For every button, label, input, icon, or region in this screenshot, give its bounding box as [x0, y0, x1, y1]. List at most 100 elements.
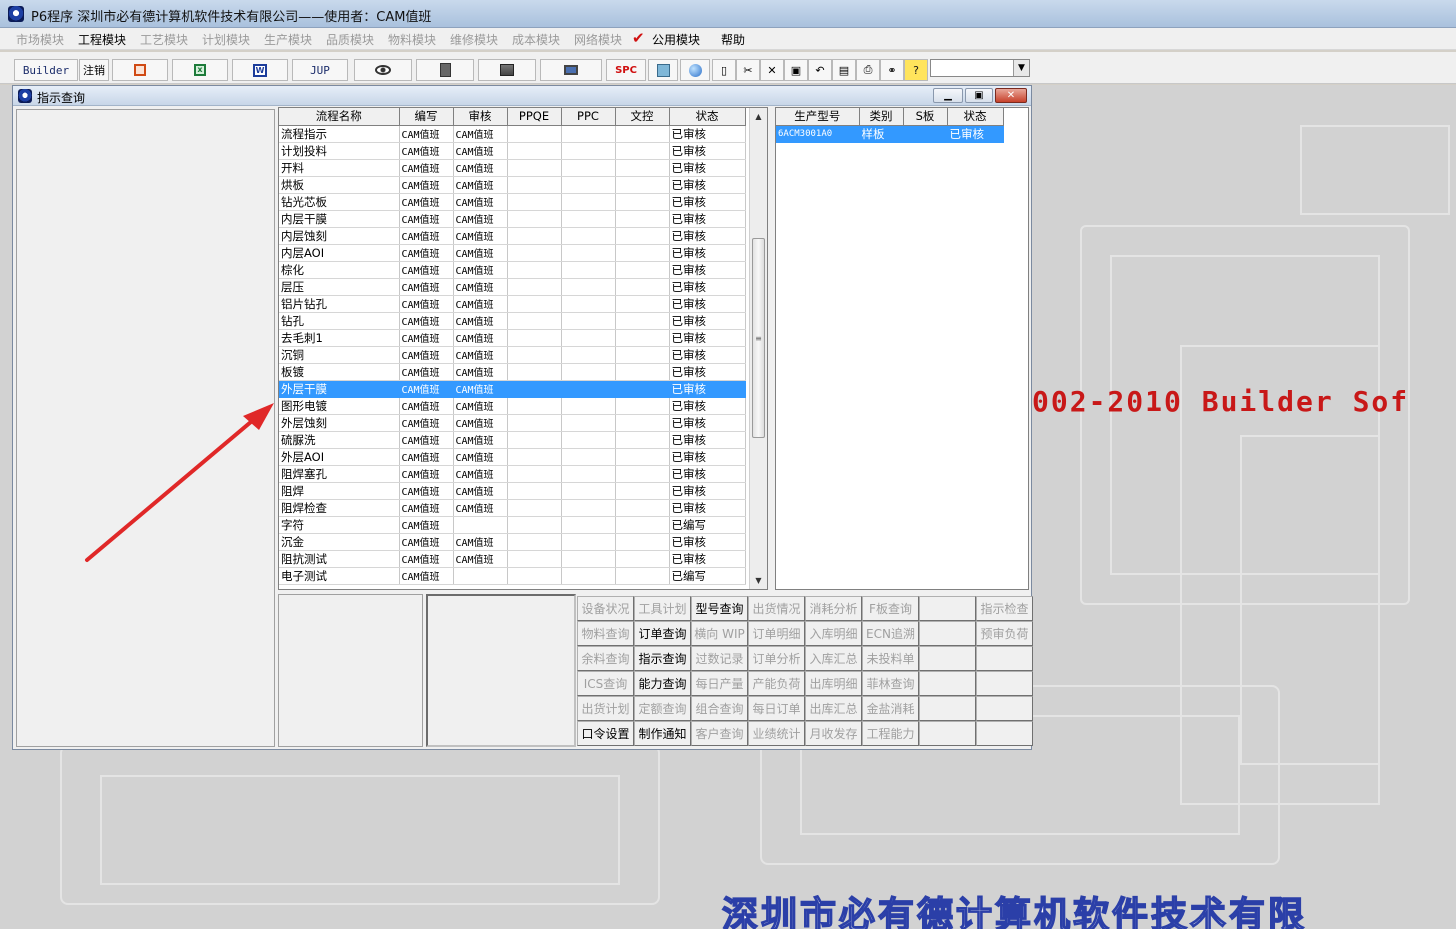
- table-cell[interactable]: 已审核: [669, 227, 746, 245]
- table-cell[interactable]: [507, 193, 562, 211]
- table-cell[interactable]: [561, 261, 616, 279]
- excel-icon[interactable]: x: [172, 59, 228, 81]
- scroll-up-icon[interactable]: ▲: [750, 108, 767, 125]
- table-cell[interactable]: 外层蚀刻: [279, 414, 400, 432]
- table-cell[interactable]: 已审核: [669, 295, 746, 313]
- table-row[interactable]: 去毛刺1 CAM值班 CAM值班 已审核: [279, 329, 746, 347]
- table-cell[interactable]: [561, 244, 616, 262]
- table-cell[interactable]: [903, 125, 948, 143]
- table-row[interactable]: 内层AOI CAM值班 CAM值班 已审核: [279, 244, 746, 262]
- table-cell[interactable]: [615, 329, 670, 347]
- table-cell[interactable]: [561, 482, 616, 500]
- table-cell[interactable]: 已审核: [669, 261, 746, 279]
- table-cell[interactable]: [561, 295, 616, 313]
- query-button[interactable]: 口令设置: [577, 721, 634, 746]
- table-cell[interactable]: [561, 329, 616, 347]
- table-cell[interactable]: CAM值班: [399, 533, 454, 551]
- table-cell[interactable]: [561, 176, 616, 194]
- cut-icon[interactable]: ✂: [736, 59, 760, 81]
- calendar-icon[interactable]: [648, 59, 678, 81]
- table-cell[interactable]: [615, 227, 670, 245]
- menu-common[interactable]: 公用模块: [652, 31, 700, 48]
- table-cell[interactable]: 图形电镀: [279, 397, 400, 415]
- table-cell[interactable]: [507, 533, 562, 551]
- table-cell[interactable]: [615, 312, 670, 330]
- table-cell[interactable]: [561, 448, 616, 466]
- table-cell[interactable]: 外层干膜: [279, 380, 400, 398]
- table-row[interactable]: 开料 CAM值班 CAM值班 已审核: [279, 159, 746, 177]
- table-cell[interactable]: [507, 176, 562, 194]
- query-button[interactable]: [919, 621, 976, 646]
- table-cell[interactable]: [561, 159, 616, 177]
- table-cell[interactable]: [507, 346, 562, 364]
- query-button[interactable]: [919, 721, 976, 746]
- table-cell[interactable]: 已审核: [669, 499, 746, 517]
- table-cell[interactable]: [507, 414, 562, 432]
- table-cell[interactable]: CAM值班: [399, 499, 454, 517]
- query-button[interactable]: [919, 696, 976, 721]
- query-button[interactable]: 出货计划: [577, 696, 634, 721]
- table-cell[interactable]: CAM值班: [399, 261, 454, 279]
- table-row[interactable]: 阻抗测试 CAM值班 CAM值班 已审核: [279, 550, 746, 568]
- table-cell[interactable]: [615, 380, 670, 398]
- query-button[interactable]: 指示检查: [976, 596, 1033, 621]
- table-cell[interactable]: CAM值班: [399, 227, 454, 245]
- table-cell[interactable]: [615, 516, 670, 534]
- table-cell[interactable]: [561, 210, 616, 228]
- table-cell[interactable]: [507, 397, 562, 415]
- query-button[interactable]: [976, 646, 1033, 671]
- column-header[interactable]: 状态: [669, 108, 746, 126]
- table-cell[interactable]: [561, 431, 616, 449]
- table-cell[interactable]: [507, 278, 562, 296]
- table-cell[interactable]: [507, 210, 562, 228]
- column-header[interactable]: PPC: [561, 108, 616, 126]
- table-cell[interactable]: [507, 142, 562, 160]
- table-cell[interactable]: [507, 227, 562, 245]
- table-row[interactable]: 层压 CAM值班 CAM值班 已审核: [279, 278, 746, 296]
- table-cell[interactable]: 板镀: [279, 363, 400, 381]
- query-button[interactable]: [976, 721, 1033, 746]
- column-header[interactable]: PPQE: [507, 108, 562, 126]
- table-cell[interactable]: 已审核: [669, 159, 746, 177]
- table-cell[interactable]: CAM值班: [399, 516, 454, 534]
- computer-icon[interactable]: [540, 59, 602, 81]
- table-cell[interactable]: CAM值班: [453, 380, 508, 398]
- column-header[interactable]: 状态: [947, 108, 1004, 126]
- powerpoint-icon[interactable]: [112, 59, 168, 81]
- table-row[interactable]: 外层AOI CAM值班 CAM值班 已审核: [279, 448, 746, 466]
- table-cell[interactable]: 已审核: [669, 142, 746, 160]
- query-button[interactable]: 横向 WIP: [691, 621, 748, 646]
- table-cell[interactable]: 层压: [279, 278, 400, 296]
- table-cell[interactable]: [507, 567, 562, 585]
- table-cell[interactable]: 硫脲洗: [279, 431, 400, 449]
- table-row[interactable]: 内层蚀刻 CAM值班 CAM值班 已审核: [279, 227, 746, 245]
- query-button[interactable]: [976, 696, 1033, 721]
- table-cell[interactable]: CAM值班: [453, 414, 508, 432]
- table-cell[interactable]: CAM值班: [399, 312, 454, 330]
- table-cell[interactable]: [561, 278, 616, 296]
- table-cell[interactable]: 已审核: [669, 431, 746, 449]
- table-cell[interactable]: 已审核: [669, 346, 746, 364]
- scroll-down-icon[interactable]: ▼: [750, 572, 767, 589]
- table-cell[interactable]: 已审核: [669, 397, 746, 415]
- table-cell[interactable]: 钻孔: [279, 312, 400, 330]
- table-cell[interactable]: [453, 516, 508, 534]
- table-cell[interactable]: CAM值班: [453, 550, 508, 568]
- table-cell[interactable]: 已审核: [669, 482, 746, 500]
- table-row[interactable]: 电子测试 CAM值班 已编写: [279, 567, 746, 585]
- table-cell[interactable]: [507, 550, 562, 568]
- column-header[interactable]: 流程名称: [279, 108, 400, 126]
- table-cell[interactable]: 棕化: [279, 261, 400, 279]
- view-eye-icon[interactable]: [354, 59, 412, 81]
- table-cell[interactable]: 已审核: [669, 278, 746, 296]
- table-cell[interactable]: [615, 397, 670, 415]
- query-button[interactable]: 未投料单: [862, 646, 919, 671]
- query-button[interactable]: 过数记录: [691, 646, 748, 671]
- query-button[interactable]: 工具计划: [634, 596, 691, 621]
- table-cell[interactable]: [561, 533, 616, 551]
- column-header[interactable]: 生产型号: [776, 108, 860, 126]
- minimize-button[interactable]: ▁: [933, 88, 963, 103]
- table-cell[interactable]: [507, 312, 562, 330]
- table-cell[interactable]: CAM值班: [453, 397, 508, 415]
- table-cell[interactable]: CAM值班: [453, 499, 508, 517]
